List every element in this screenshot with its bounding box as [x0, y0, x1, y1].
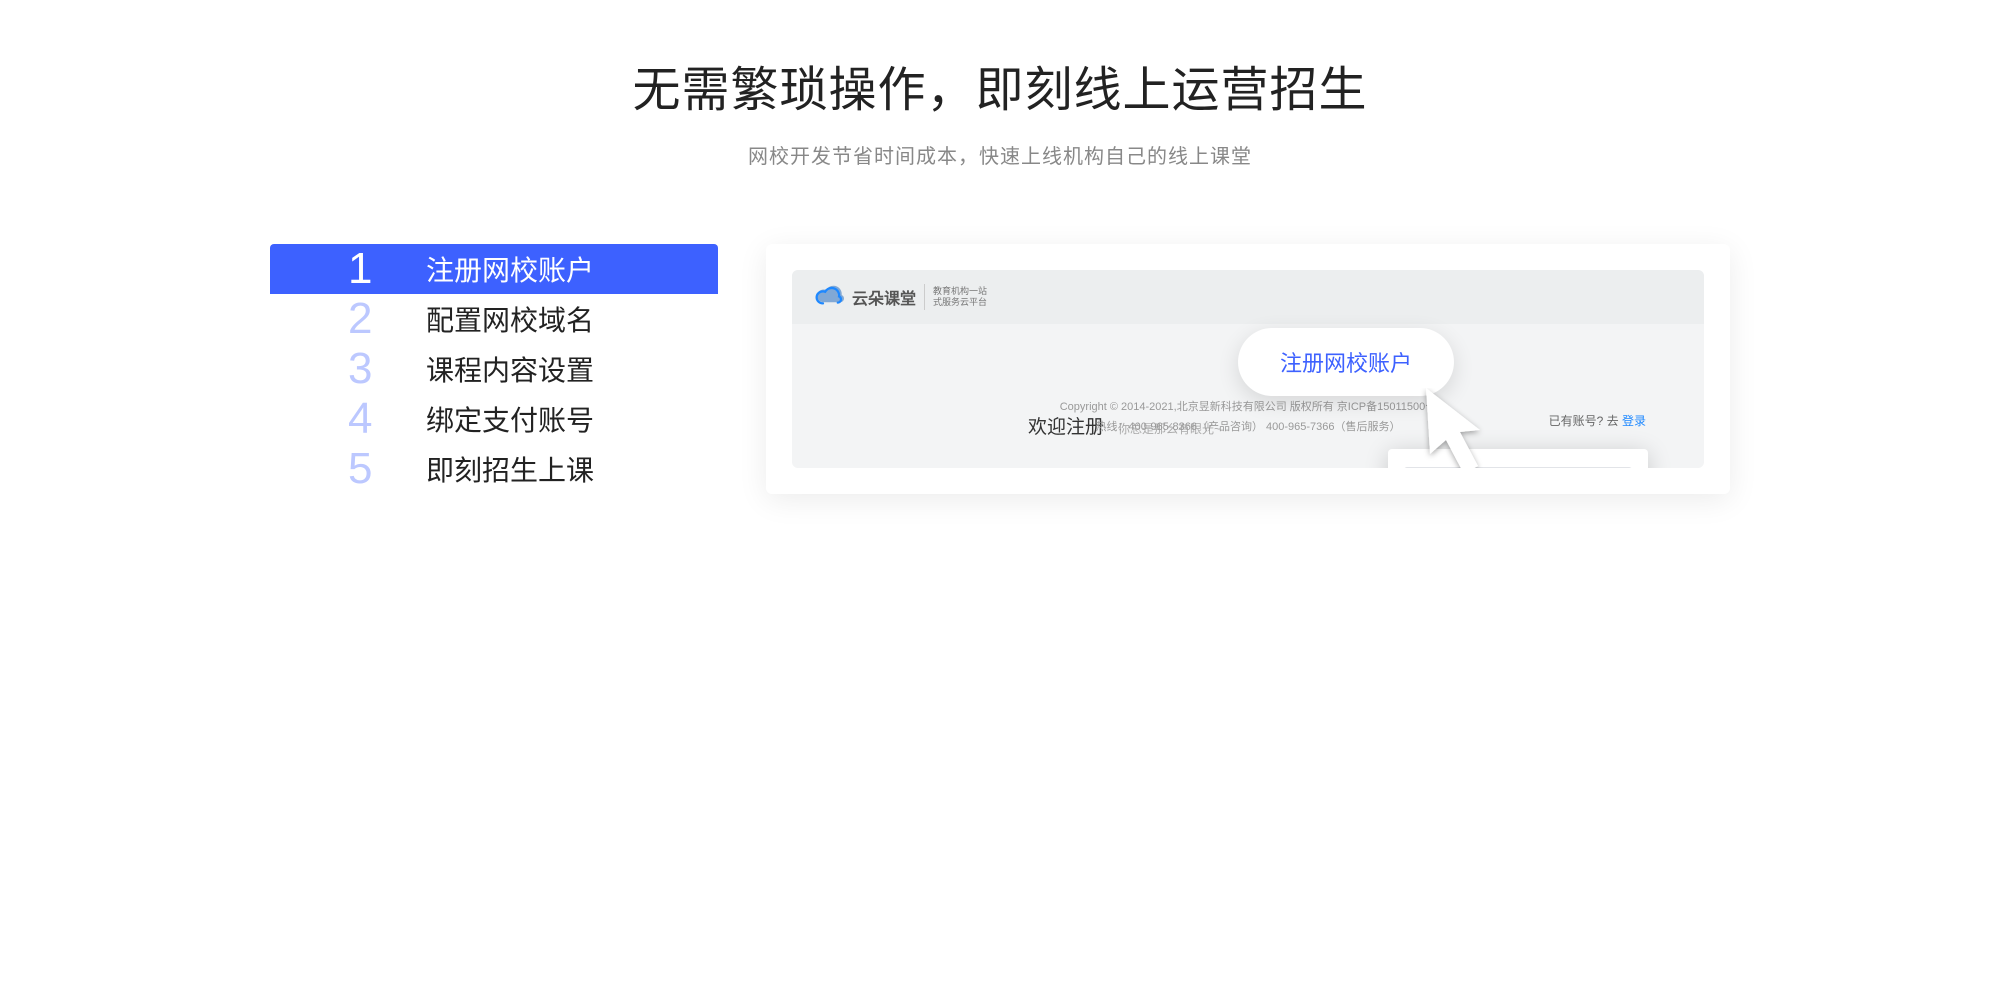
logo-text: 云朵课堂 — [852, 285, 916, 309]
steps-list: 1 注册网校账户 2 配置网校域名 3 课程内容设置 4 绑定支付账号 5 即刻… — [270, 244, 718, 494]
cursor-arrow-icon — [1416, 388, 1494, 468]
logo-subtext: 教育机构一站 式服务云平台 — [933, 286, 987, 308]
preview-logo: 云朵课堂 教育机构一站 式服务云平台 — [814, 284, 987, 310]
step-number: 5 — [348, 444, 426, 494]
step-5[interactable]: 5 即刻招生上课 — [270, 444, 718, 494]
step-label: 即刻招生上课 — [426, 449, 594, 489]
hero-header: 无需繁琐操作，即刻线上运营招生 网校开发节省时间成本，快速上线机构自己的线上课堂 — [0, 0, 2000, 169]
preview-panel: 云朵课堂 教育机构一站 式服务云平台 欢迎注册 你总是那么有眼光~ — [766, 244, 1730, 494]
step-4[interactable]: 4 绑定支付账号 — [270, 394, 718, 444]
callout-bubble: 注册网校账户 — [1238, 328, 1454, 396]
step-number: 3 — [348, 344, 426, 394]
step-1[interactable]: 1 注册网校账户 — [270, 244, 718, 294]
step-label: 注册网校账户 — [426, 249, 594, 289]
hero-title: 无需繁琐操作，即刻线上运营招生 — [0, 50, 2000, 120]
preview-footer: Copyright © 2014-2021,北京昱新科技有限公司 版权所有 京I… — [792, 398, 1704, 438]
hero-subtitle: 网校开发节省时间成本，快速上线机构自己的线上课堂 — [0, 140, 2000, 169]
step-number: 4 — [348, 394, 426, 444]
step-label: 配置网校域名 — [426, 299, 594, 339]
step-2[interactable]: 2 配置网校域名 — [270, 294, 718, 344]
step-label: 课程内容设置 — [426, 349, 594, 389]
step-number: 1 — [348, 244, 426, 294]
step-label: 绑定支付账号 — [426, 399, 594, 439]
preview-header: 云朵课堂 教育机构一站 式服务云平台 — [792, 270, 1704, 324]
step-3[interactable]: 3 课程内容设置 — [270, 344, 718, 394]
step-number: 2 — [348, 294, 426, 344]
cloud-icon — [814, 285, 844, 309]
